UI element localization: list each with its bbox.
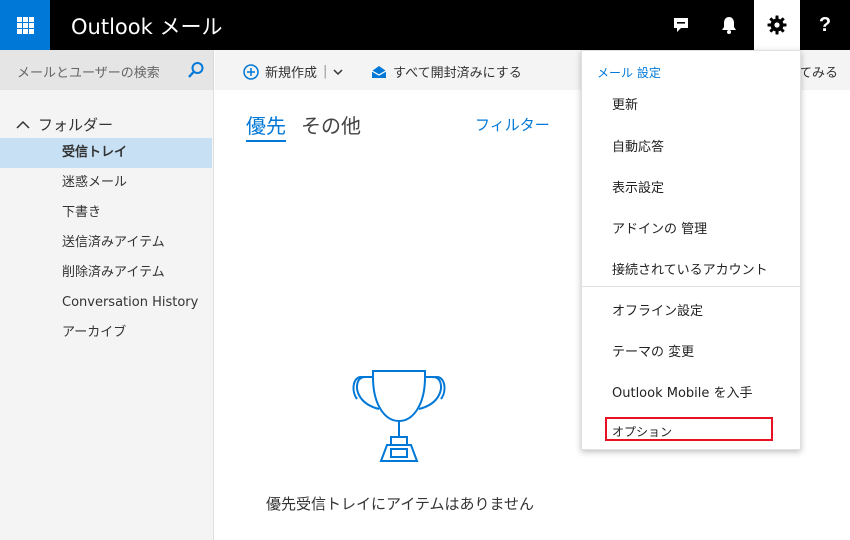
- menu-item-connected-accounts[interactable]: 接続されているアカウント: [612, 259, 768, 278]
- settings-menu-title: メール 設定: [597, 66, 661, 80]
- menu-item-display-settings[interactable]: 表示設定: [612, 177, 664, 196]
- partial-command[interactable]: てみる: [799, 62, 838, 81]
- menu-item-refresh[interactable]: 更新: [612, 94, 638, 113]
- waffle-icon[interactable]: [0, 0, 50, 50]
- menu-item-options[interactable]: オプション: [612, 423, 672, 440]
- gear-icon[interactable]: [754, 0, 800, 50]
- menu-item-offline-settings[interactable]: オフライン設定: [612, 300, 703, 319]
- search-icon[interactable]: [187, 61, 205, 79]
- app-title-text: Outlook: [71, 15, 153, 39]
- search-input[interactable]: メールとユーザーの検索: [17, 62, 160, 81]
- chevron-down-icon[interactable]: [333, 68, 343, 76]
- app-subtitle-text: メール: [159, 15, 223, 39]
- mark-all-read-label: すべて開封済みにする: [393, 66, 522, 81]
- menu-item-automatic-replies[interactable]: 自動応答: [612, 136, 664, 155]
- envelope-open-icon: [371, 65, 387, 78]
- menu-item-manage-addins[interactable]: アドインの 管理: [612, 218, 707, 237]
- top-bar: Outlook メール ?: [0, 0, 850, 50]
- bell-icon[interactable]: [706, 0, 752, 50]
- folder-item-archive[interactable]: アーカイブ: [0, 318, 212, 348]
- menu-item-get-outlook-mobile[interactable]: Outlook Mobile を入手: [612, 382, 753, 401]
- folder-header[interactable]: フォルダー: [16, 114, 113, 135]
- plus-icon: [243, 63, 259, 80]
- partial-command-label: てみる: [799, 66, 839, 81]
- separator: |: [323, 64, 328, 79]
- search-box[interactable]: メールとユーザーの検索: [0, 50, 214, 90]
- filter-button[interactable]: フィルター: [475, 114, 550, 135]
- chevron-up-icon: [16, 120, 30, 129]
- menu-divider: [582, 286, 800, 287]
- folder-item-drafts[interactable]: 下書き: [0, 198, 212, 228]
- help-icon[interactable]: ?: [802, 0, 848, 50]
- folder-item-sent[interactable]: 送信済みアイテム: [0, 228, 212, 258]
- folder-item-junk[interactable]: 迷惑メール: [0, 168, 212, 198]
- app-title[interactable]: Outlook メール: [71, 11, 222, 41]
- menu-item-change-theme[interactable]: テーマの 変更: [612, 341, 694, 360]
- new-button[interactable]: 新規作成 |: [243, 62, 343, 81]
- new-button-label: 新規作成: [265, 66, 318, 81]
- mark-all-read-button[interactable]: すべて開封済みにする: [371, 62, 522, 81]
- folder-header-label: フォルダー: [38, 116, 114, 134]
- folder-item-deleted[interactable]: 削除済みアイテム: [0, 258, 212, 288]
- tab-other[interactable]: その他: [301, 110, 361, 139]
- trophy-icon: [352, 370, 446, 462]
- folder-item-inbox[interactable]: 受信トレイ: [0, 138, 212, 168]
- tab-focused[interactable]: 優先: [246, 110, 286, 142]
- chat-icon[interactable]: [658, 0, 704, 50]
- folder-item-conversation-history[interactable]: Conversation History: [0, 288, 212, 318]
- empty-message: 優先受信トレイにアイテムはありません: [265, 495, 535, 513]
- settings-menu: メール 設定 更新 自動応答 表示設定 アドインの 管理 接続されているアカウン…: [581, 50, 801, 450]
- folder-sidebar: フォルダー 受信トレイ 迷惑メール 下書き 送信済みアイテム 削除済みアイテム …: [0, 90, 214, 540]
